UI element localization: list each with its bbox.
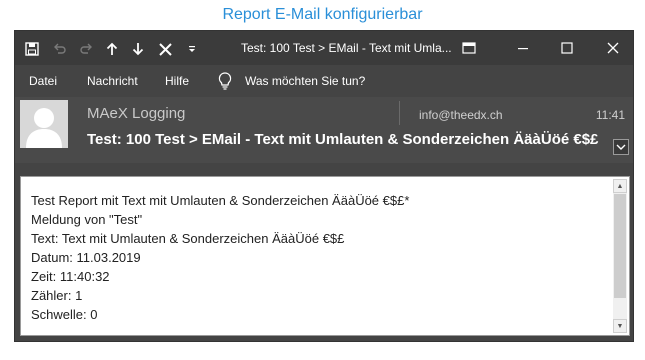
restore-panel-icon[interactable] [455, 37, 483, 59]
message-body: Test Report mit Text mit Umlauten & Sond… [20, 176, 630, 336]
scroll-up-icon[interactable]: ▲ [613, 179, 627, 193]
body-line: Datum: 11.03.2019 [31, 250, 141, 265]
lightbulb-icon [217, 71, 235, 91]
scrollbar-thumb[interactable] [614, 194, 626, 298]
title-bar: Test: 100 Test > EMail - Text mit Umla..… [15, 31, 633, 65]
scroll-down-icon[interactable]: ▼ [613, 319, 627, 333]
body-line: Meldung von "Test" [31, 212, 143, 227]
minimize-icon[interactable] [509, 37, 537, 59]
menu-bar: Datei Nachricht Hilfe Was möchten Sie tu… [15, 65, 633, 97]
message-header: MAeX Logging info@theedx.ch 11:41 Test: … [15, 97, 633, 163]
expand-header-button[interactable] [613, 139, 629, 155]
body-line: Text: Text mit Umlauten & Sonderzeichen … [31, 231, 345, 246]
vertical-scrollbar[interactable]: ▲ ▼ [613, 179, 627, 333]
message-subject: Test: 100 Test > EMail - Text mit Umlaut… [87, 131, 599, 148]
arrow-up-icon[interactable] [103, 40, 121, 58]
sender-name: MAeX Logging [87, 105, 186, 122]
body-line: Zeit: 11:40:32 [31, 269, 110, 284]
maximize-icon[interactable] [553, 37, 581, 59]
body-line: Schwelle: 0 [31, 307, 98, 322]
menu-item-nachricht[interactable]: Nachricht [87, 74, 138, 88]
close-x-icon[interactable] [156, 40, 174, 58]
page-caption: Report E-Mail konfigurierbar [222, 6, 423, 23]
body-line: Test Report mit Text mit Umlauten & Sond… [31, 193, 410, 208]
body-line: Zähler: 1 [31, 288, 83, 303]
sender-email: info@theedx.ch [419, 108, 503, 122]
message-time: 11:41 [595, 108, 625, 122]
save-icon[interactable] [23, 40, 41, 58]
menu-item-datei[interactable]: Datei [29, 74, 57, 88]
email-window: Test: 100 Test > EMail - Text mit Umla..… [14, 30, 634, 342]
header-divider [399, 101, 400, 125]
menu-item-hilfe[interactable]: Hilfe [165, 74, 189, 88]
body-text: Test Report mit Text mit Umlauten & Sond… [31, 191, 409, 324]
redo-icon[interactable] [77, 40, 95, 58]
window-title: Test: 100 Test > EMail - Text mit Umla..… [241, 41, 451, 55]
arrow-down-icon[interactable] [129, 40, 147, 58]
undo-icon[interactable] [51, 40, 69, 58]
avatar [20, 100, 68, 148]
tell-me-search[interactable]: Was möchten Sie tun? [245, 74, 365, 88]
close-icon[interactable] [599, 37, 627, 59]
customize-toolbar-icon[interactable] [183, 40, 201, 58]
